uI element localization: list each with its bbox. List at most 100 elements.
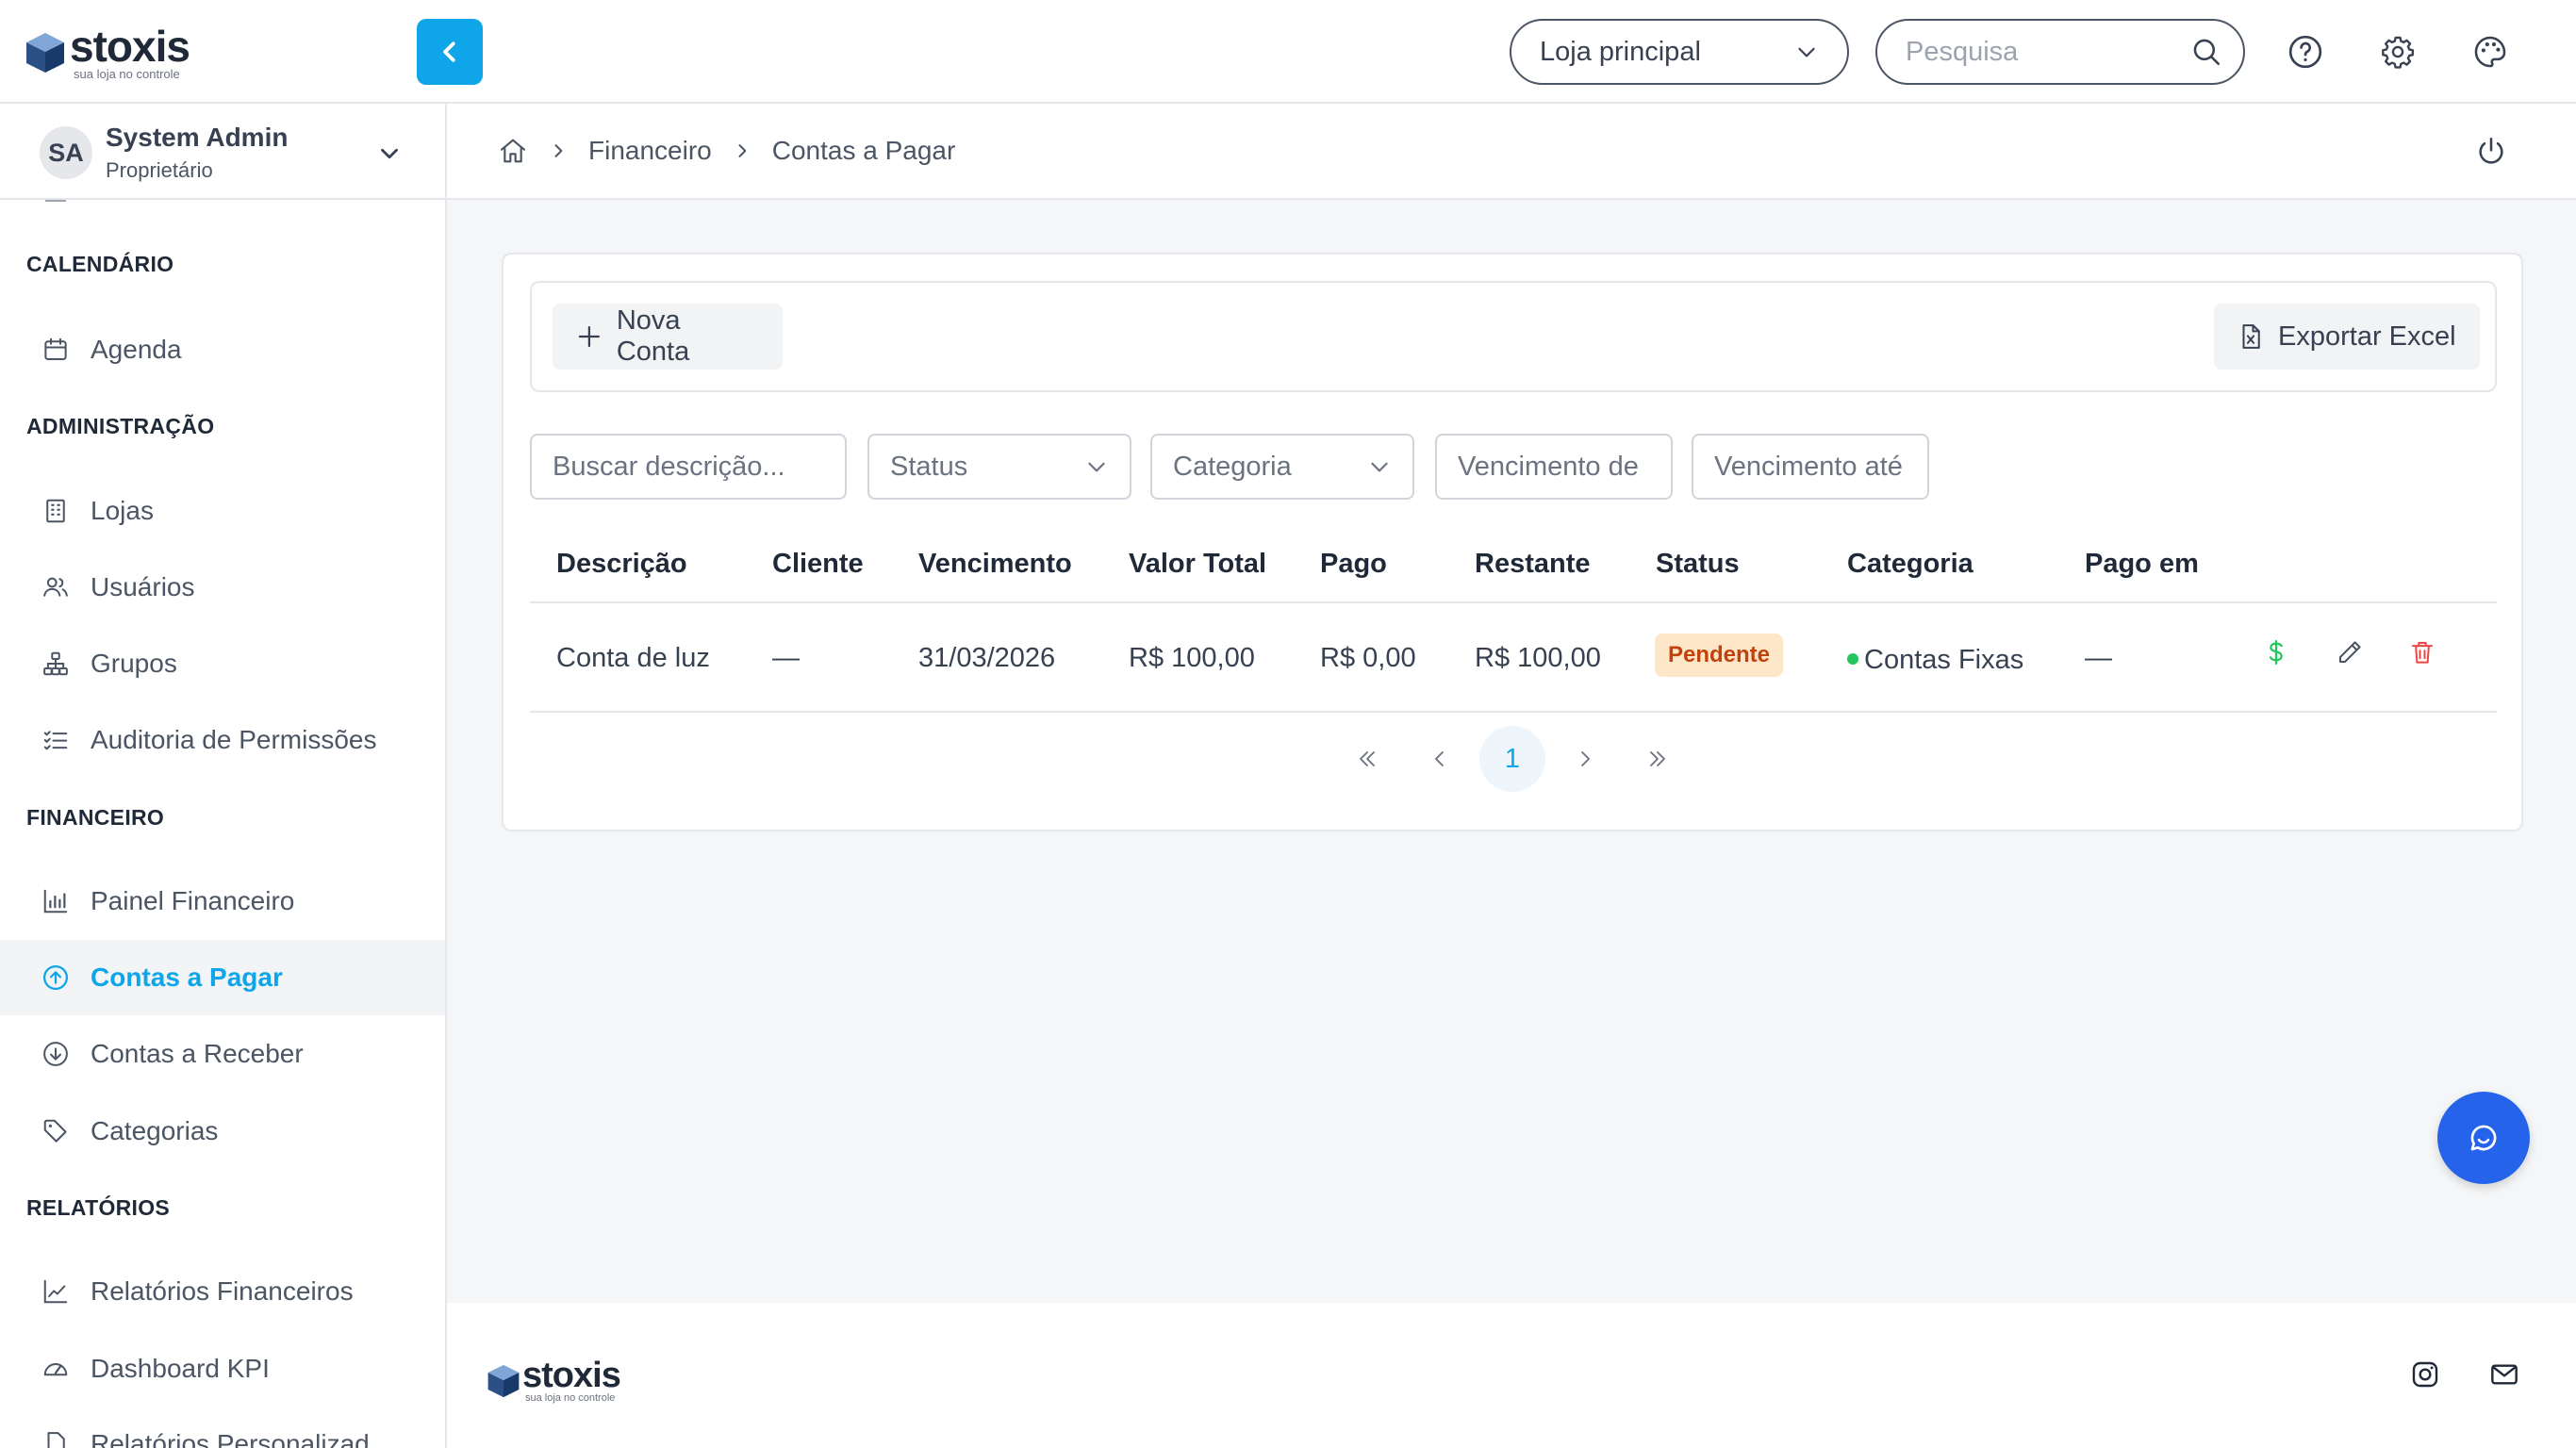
search-icon[interactable] — [2190, 36, 2222, 68]
section-title-calendar: CALENDÁRIO — [26, 252, 174, 276]
hierarchy-icon — [40, 648, 72, 680]
sidebar-item-label: Relatórios Personalizad — [91, 1429, 370, 1448]
category-filter-select[interactable]: Categoria — [1150, 434, 1414, 500]
building-icon — [40, 495, 72, 527]
footer: stoxis sua loja no controle — [447, 1303, 2576, 1448]
status-filter-select[interactable]: Status — [867, 434, 1131, 500]
sidebar-item-contas-receber[interactable]: Contas a Receber — [0, 1016, 445, 1092]
sidebar-item-usuarios[interactable]: Usuários — [0, 550, 445, 625]
new-account-button[interactable]: Nova Conta — [553, 304, 783, 370]
column-header-valor-total[interactable]: Valor Total — [1129, 549, 1266, 580]
category-filter-value: Categoria — [1173, 451, 1292, 482]
arrow-down-circle-icon — [40, 1038, 72, 1070]
due-date-to-field[interactable] — [1692, 434, 1929, 500]
footer-logo[interactable]: stoxis sua loja no controle — [487, 1358, 621, 1404]
logo-cube-icon — [487, 1364, 520, 1397]
user-menu[interactable]: SA System Admin Proprietário — [0, 104, 445, 200]
status-badge: Pendente — [1655, 634, 1784, 677]
footer-brand-tagline: sua loja no controle — [525, 1392, 616, 1404]
sidebar-item-grupos[interactable]: Grupos — [0, 626, 445, 701]
sidebar-item-lojas[interactable]: Lojas — [0, 473, 445, 549]
calendar-icon — [40, 334, 72, 366]
column-header-restante[interactable]: Restante — [1475, 549, 1591, 580]
pagination-prev-button[interactable] — [1407, 726, 1473, 792]
section-title-finance: FINANCEIRO — [26, 805, 165, 830]
chevrons-right-icon — [1650, 751, 1665, 766]
column-header-vencimento[interactable]: Vencimento — [918, 549, 1072, 580]
cell-descricao: Conta de luz — [556, 643, 710, 673]
cell-valor-total: R$ 100,00 — [1129, 643, 1255, 673]
dollar-icon — [2269, 640, 2283, 665]
due-date-from-input[interactable] — [1458, 451, 1650, 483]
chat-button[interactable] — [2437, 1092, 2530, 1184]
column-header-pago-em[interactable]: Pago em — [2085, 549, 2199, 580]
pagination-page-current[interactable]: 1 — [1479, 726, 1545, 792]
cell-vencimento: 31/03/2026 — [918, 643, 1056, 673]
edit-button[interactable] — [2329, 632, 2370, 673]
due-date-from-field[interactable] — [1435, 434, 1673, 500]
column-header-cliente[interactable]: Cliente — [772, 549, 864, 580]
store-select[interactable]: Loja principal — [1510, 19, 1849, 85]
sidebar-item-label: Agenda — [91, 335, 182, 364]
logo-cube-icon — [26, 32, 64, 73]
chevron-down-icon — [1371, 462, 1388, 472]
help-button[interactable] — [2282, 28, 2329, 75]
sidebar-item-contas-pagar[interactable]: Contas a Pagar — [0, 940, 445, 1015]
category-label: Contas Fixas — [1864, 645, 2024, 675]
settings-button[interactable] — [2374, 28, 2421, 75]
sidebar-item-relatorios-financeiros[interactable]: Relatórios Financeiros — [0, 1254, 445, 1329]
sidebar-item-label: Grupos — [91, 649, 177, 678]
instagram-link[interactable] — [2406, 1356, 2444, 1393]
sidebar-item-relatorios-personalizados[interactable]: Relatórios Personalizad — [0, 1407, 445, 1448]
home-icon[interactable] — [498, 136, 528, 166]
column-header-descricao[interactable]: Descrição — [556, 549, 687, 580]
column-header-pago[interactable]: Pago — [1320, 549, 1387, 580]
accounts-payable-card: Nova Conta Exportar Excel Status Categor… — [502, 253, 2523, 831]
sidebar-item-auditoria[interactable]: Auditoria de Permissões — [0, 702, 445, 778]
sidebar-item-categorias[interactable]: Categorias — [0, 1094, 445, 1169]
pencil-icon — [2339, 641, 2361, 663]
chevron-down-icon — [1798, 47, 1815, 58]
brand-logo[interactable]: stoxis sua loja no controle — [25, 25, 190, 80]
logout-button[interactable] — [2472, 132, 2510, 170]
sidebar-item-agenda[interactable]: Agenda — [0, 312, 445, 387]
gauge-icon — [40, 1353, 72, 1385]
chevron-down-icon[interactable] — [375, 140, 404, 168]
sidebar-item-label: Contas a Pagar — [91, 963, 283, 992]
section-title-reports: RELATÓRIOS — [26, 1195, 171, 1220]
collapse-sidebar-button[interactable] — [417, 19, 483, 85]
pagination-first-button[interactable] — [1334, 726, 1400, 792]
chevron-down-icon — [1088, 462, 1105, 472]
column-header-categoria[interactable]: Categoria — [1847, 549, 1973, 580]
cell-pago-em: — — [2085, 643, 2112, 673]
brand-name: stoxis — [70, 22, 190, 71]
breadcrumb-link-financeiro[interactable]: Financeiro — [588, 136, 712, 166]
due-date-to-input[interactable] — [1714, 451, 1907, 483]
export-excel-button[interactable]: Exportar Excel — [2214, 304, 2480, 370]
new-account-label: Nova Conta — [616, 305, 690, 367]
brand-tagline: sua loja no controle — [74, 67, 180, 81]
users-icon — [40, 571, 72, 603]
sidebar-item-painel-financeiro[interactable]: Painel Financeiro — [0, 864, 445, 939]
description-search-field[interactable] — [530, 434, 847, 500]
bar-chart-icon — [40, 885, 72, 917]
chevron-right-icon — [1581, 751, 1591, 766]
pagination-last-button[interactable] — [1625, 726, 1691, 792]
global-search[interactable] — [1875, 19, 2245, 85]
column-header-status[interactable]: Status — [1656, 549, 1740, 580]
pagination-next-button[interactable] — [1552, 726, 1618, 792]
breadcrumb-current: Contas a Pagar — [771, 136, 956, 165]
user-role: Proprietário — [106, 158, 213, 182]
email-link[interactable] — [2485, 1356, 2523, 1393]
card-toolbar: Nova Conta Exportar Excel — [530, 281, 2497, 392]
arrow-up-circle-icon — [40, 962, 72, 994]
avatar: SA — [40, 126, 92, 179]
pay-button[interactable] — [2255, 632, 2297, 673]
sidebar-item-dashboard-kpi[interactable]: Dashboard KPI — [0, 1331, 445, 1407]
delete-button[interactable] — [2402, 632, 2443, 673]
global-search-input[interactable] — [1906, 36, 2170, 68]
instagram-icon — [2412, 1361, 2438, 1388]
description-search-input[interactable] — [553, 451, 824, 483]
table-divider — [530, 601, 2497, 603]
theme-button[interactable] — [2467, 28, 2514, 75]
